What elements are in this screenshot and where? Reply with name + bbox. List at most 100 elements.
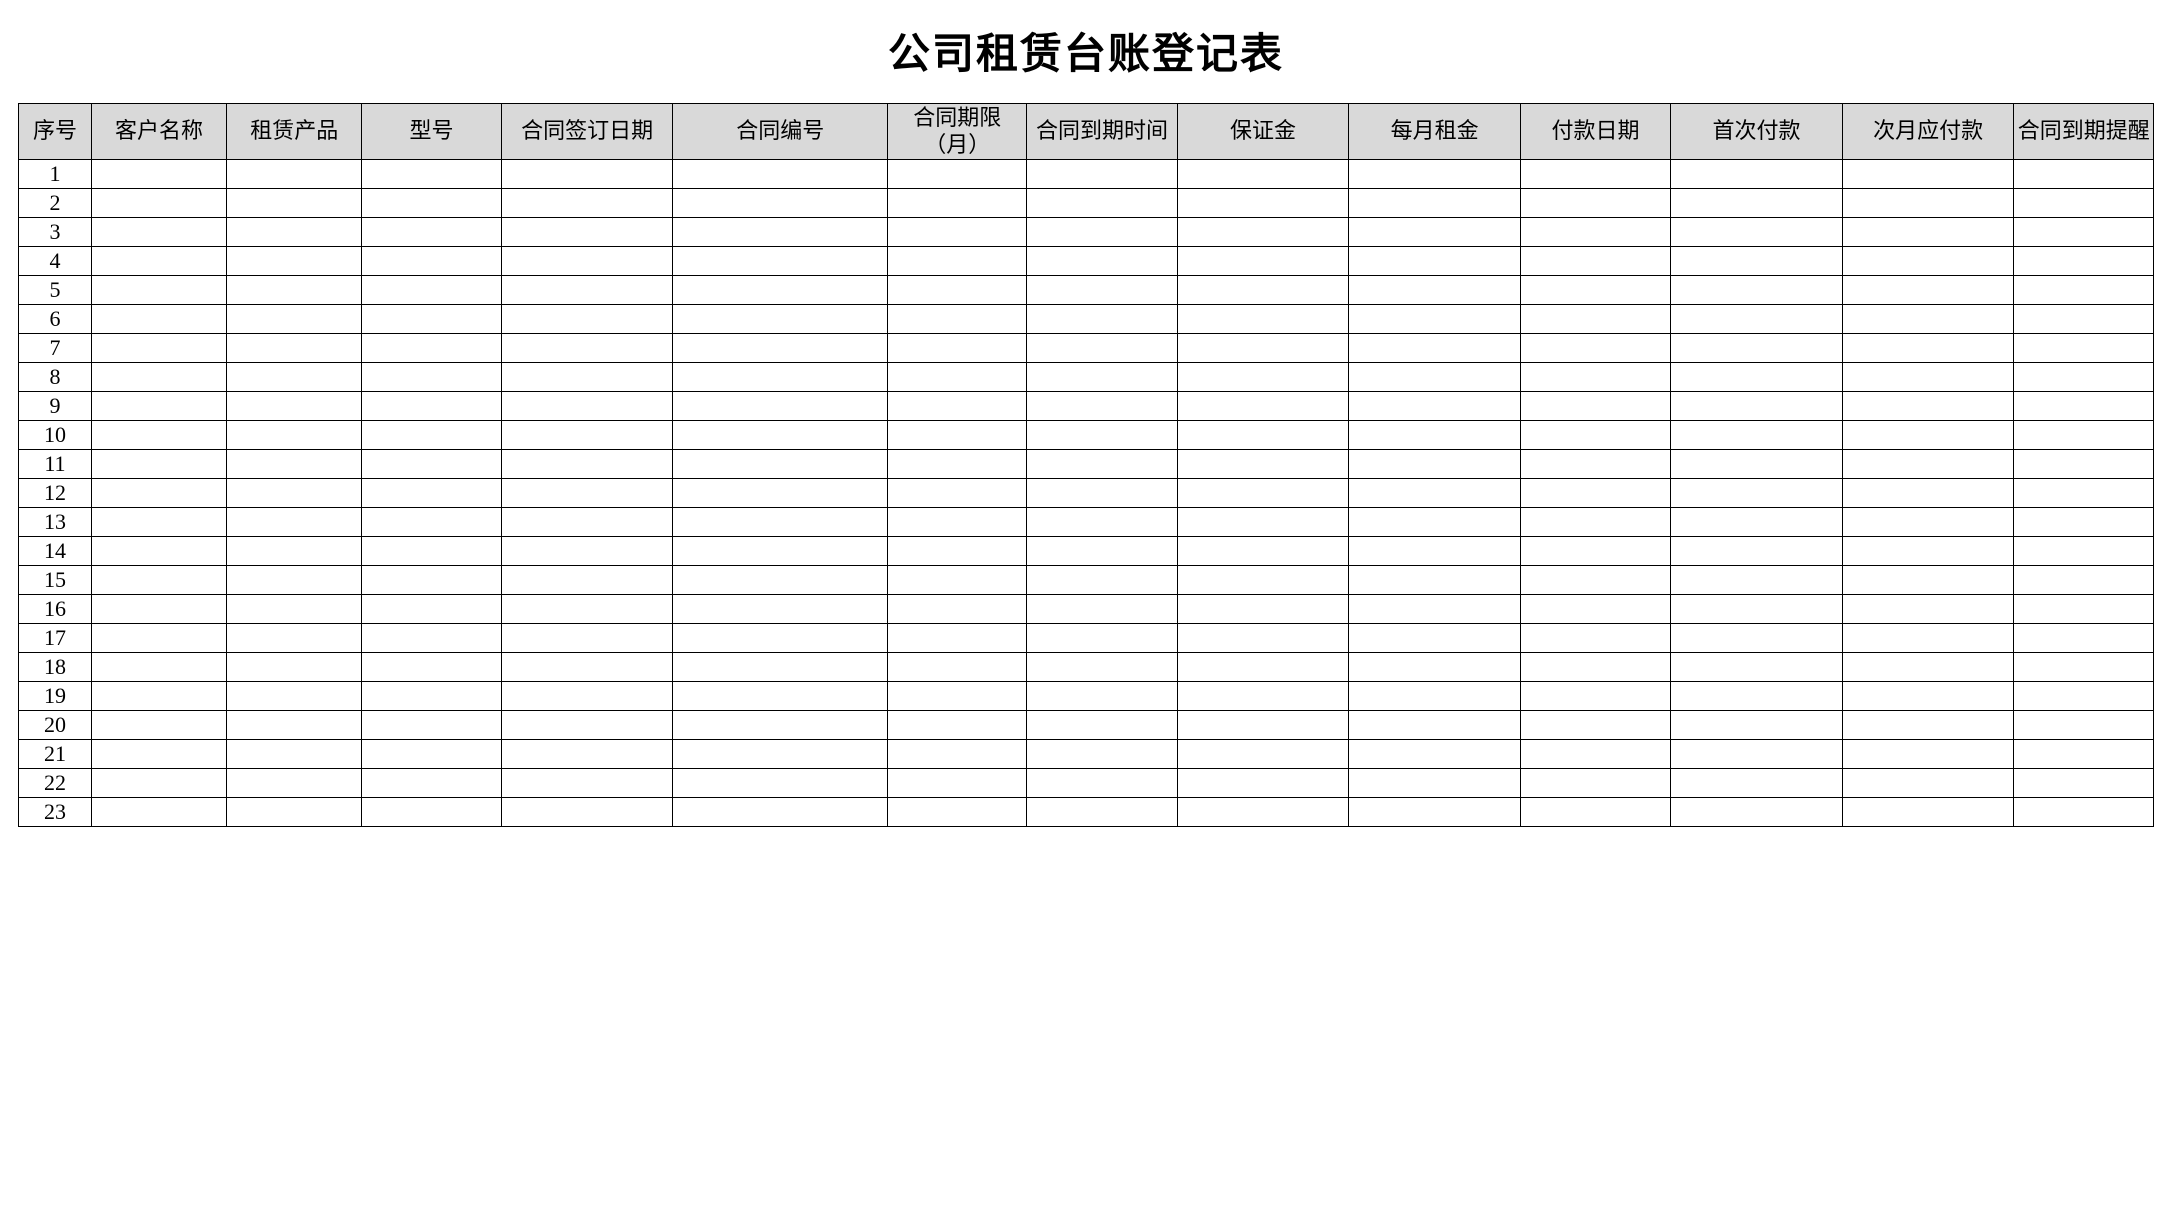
cell xyxy=(1177,537,1349,566)
cell xyxy=(1842,189,2014,218)
cell xyxy=(91,653,226,682)
cell xyxy=(1520,653,1670,682)
cell xyxy=(501,392,673,421)
cell xyxy=(1671,595,1843,624)
cell xyxy=(1027,247,1177,276)
cell xyxy=(91,421,226,450)
cell xyxy=(1349,334,1521,363)
cell xyxy=(887,392,1026,421)
cell xyxy=(91,334,226,363)
cell-seq: 14 xyxy=(19,537,92,566)
cell xyxy=(1349,566,1521,595)
cell xyxy=(1842,160,2014,189)
col-header-product: 租赁产品 xyxy=(227,104,362,160)
cell xyxy=(501,537,673,566)
cell xyxy=(91,769,226,798)
cell xyxy=(1177,276,1349,305)
table-row: 16 xyxy=(19,595,2154,624)
cell xyxy=(227,276,362,305)
table-row: 4 xyxy=(19,247,2154,276)
cell xyxy=(227,653,362,682)
cell xyxy=(673,595,888,624)
cell-seq: 11 xyxy=(19,450,92,479)
cell xyxy=(1842,508,2014,537)
cell xyxy=(1177,769,1349,798)
cell xyxy=(673,450,888,479)
cell xyxy=(1671,450,1843,479)
cell xyxy=(1027,334,1177,363)
cell xyxy=(673,711,888,740)
cell xyxy=(2014,305,2154,334)
table-row: 5 xyxy=(19,276,2154,305)
cell xyxy=(887,537,1026,566)
col-header-reminder: 合同到期提醒 xyxy=(2014,104,2154,160)
cell xyxy=(1842,479,2014,508)
cell xyxy=(227,392,362,421)
cell xyxy=(1520,392,1670,421)
cell xyxy=(1520,363,1670,392)
col-header-model: 型号 xyxy=(362,104,501,160)
cell xyxy=(1349,653,1521,682)
table-row: 21 xyxy=(19,740,2154,769)
cell xyxy=(1671,798,1843,827)
cell-seq: 20 xyxy=(19,711,92,740)
cell xyxy=(362,305,501,334)
cell xyxy=(673,305,888,334)
cell-seq: 15 xyxy=(19,566,92,595)
cell xyxy=(1671,508,1843,537)
cell xyxy=(1027,798,1177,827)
table-row: 8 xyxy=(19,363,2154,392)
cell xyxy=(1349,479,1521,508)
cell xyxy=(362,508,501,537)
cell xyxy=(501,508,673,537)
cell xyxy=(2014,624,2154,653)
table-row: 14 xyxy=(19,537,2154,566)
cell xyxy=(227,479,362,508)
cell xyxy=(1177,392,1349,421)
cell-seq: 8 xyxy=(19,363,92,392)
cell-seq: 12 xyxy=(19,479,92,508)
cell xyxy=(227,363,362,392)
cell xyxy=(227,160,362,189)
cell xyxy=(227,566,362,595)
cell xyxy=(887,798,1026,827)
cell xyxy=(673,218,888,247)
cell xyxy=(501,653,673,682)
cell xyxy=(2014,247,2154,276)
cell xyxy=(1520,305,1670,334)
cell xyxy=(91,479,226,508)
cell xyxy=(91,537,226,566)
cell xyxy=(362,769,501,798)
cell xyxy=(1177,740,1349,769)
cell-seq: 4 xyxy=(19,247,92,276)
cell xyxy=(1520,160,1670,189)
cell xyxy=(2014,595,2154,624)
cell-seq: 16 xyxy=(19,595,92,624)
cell-seq: 23 xyxy=(19,798,92,827)
cell xyxy=(1842,305,2014,334)
cell-seq: 3 xyxy=(19,218,92,247)
cell xyxy=(887,479,1026,508)
col-header-rent: 每月租金 xyxy=(1349,104,1521,160)
cell-seq: 2 xyxy=(19,189,92,218)
cell xyxy=(1671,334,1843,363)
cell xyxy=(2014,392,2154,421)
table-row: 2 xyxy=(19,189,2154,218)
cell xyxy=(2014,363,2154,392)
col-header-seq: 序号 xyxy=(19,104,92,160)
cell xyxy=(1177,798,1349,827)
col-header-firstpay: 首次付款 xyxy=(1671,104,1843,160)
cell xyxy=(1842,392,2014,421)
cell xyxy=(501,218,673,247)
cell xyxy=(1520,769,1670,798)
cell xyxy=(501,276,673,305)
cell xyxy=(227,798,362,827)
cell xyxy=(2014,160,2154,189)
cell xyxy=(1520,537,1670,566)
cell xyxy=(362,537,501,566)
cell xyxy=(362,334,501,363)
cell xyxy=(1842,363,2014,392)
col-header-signdate: 合同签订日期 xyxy=(501,104,673,160)
cell xyxy=(362,595,501,624)
cell xyxy=(362,421,501,450)
